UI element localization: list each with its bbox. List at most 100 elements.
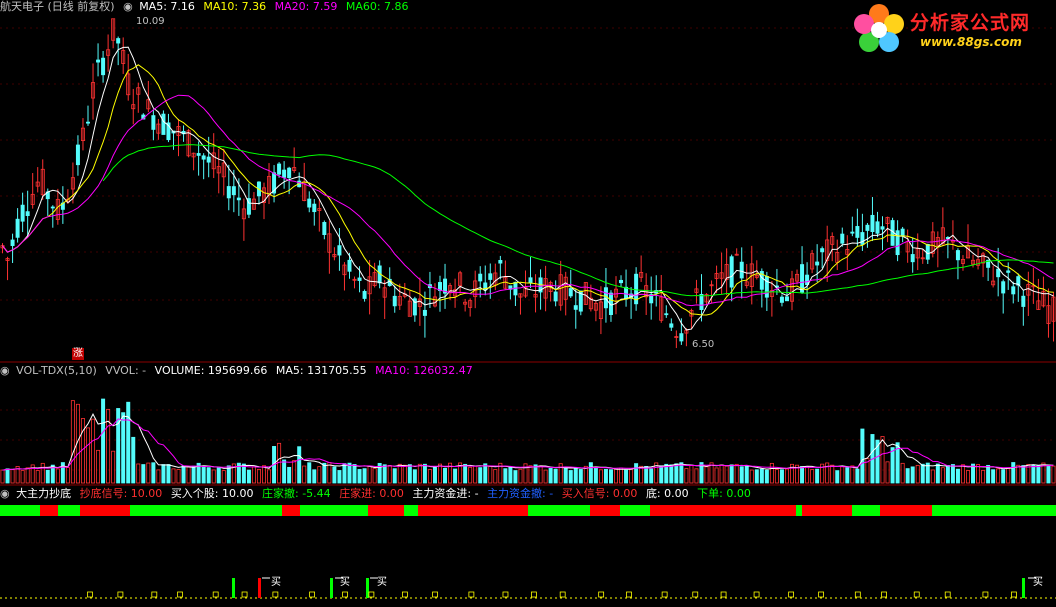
volume-bar [352, 464, 357, 484]
signal-strip [0, 505, 1056, 516]
volume-bar [55, 468, 60, 484]
volume-bar [528, 465, 533, 484]
volume-bar [981, 469, 986, 484]
volume-bar [136, 463, 141, 484]
candle-body [860, 232, 865, 245]
volume-bar [603, 468, 608, 484]
volume-bar [387, 465, 392, 484]
ma20-value: MA20: 7.59 [274, 0, 338, 13]
candle-body [1011, 286, 1016, 295]
volume-bar [749, 469, 754, 484]
volume-bar [407, 464, 412, 484]
volume-bar [40, 462, 45, 484]
volume-indicator-name[interactable]: VOL-TDX(5,10) [16, 364, 97, 377]
signal-segment [852, 505, 880, 516]
flower-logo-icon [854, 4, 904, 52]
volume-bar [835, 470, 840, 484]
indicator-box [117, 591, 124, 598]
volume-bar [372, 468, 377, 484]
volume-bar [256, 468, 261, 484]
volume-bar [563, 467, 568, 484]
volume-bar [649, 468, 654, 484]
volume-bar [905, 468, 910, 484]
indicator-box [692, 591, 699, 598]
volume-bar [950, 464, 955, 484]
low-price-label: 6.50 [692, 339, 715, 350]
candle-body [357, 277, 362, 281]
candle-body [478, 273, 483, 282]
indicator-box [432, 591, 438, 598]
settings-icon[interactable]: ◉ [123, 0, 133, 13]
settings-icon[interactable]: ◉ [0, 487, 10, 500]
volume-bar [0, 469, 5, 484]
indicator-box [530, 591, 537, 598]
signal-segment [620, 505, 650, 516]
candle-body [955, 250, 960, 261]
volume-bar [297, 446, 302, 484]
indicator-box [661, 591, 668, 598]
volume-bar [759, 468, 764, 484]
volume-bar [392, 468, 397, 484]
indicator-name[interactable]: 大主力抄底 [16, 487, 71, 500]
indicator-box [913, 591, 920, 598]
kline-terminal: 航天电子 (日线 前复权) ◉ MA5: 7.16 MA10: 7.36 MA2… [0, 0, 1056, 607]
volume-bar [397, 463, 402, 484]
volume-bar [533, 464, 538, 484]
volume-bar [966, 470, 971, 484]
indicator-box [854, 591, 861, 598]
candle-body [20, 204, 25, 222]
candle-body [488, 273, 493, 280]
indicator-box [309, 591, 315, 598]
candle-body [679, 333, 684, 342]
volume-bar [779, 469, 784, 484]
volume-bar [513, 470, 518, 484]
candle-body [75, 144, 80, 166]
buy-marker: 买 [271, 577, 281, 588]
candlestick-series [0, 18, 1056, 349]
stock-title[interactable]: 航天电子 (日线 前复权) [0, 0, 115, 13]
volume-bar [206, 467, 211, 484]
volume-bar [769, 462, 774, 484]
chart-canvas[interactable] [0, 0, 1056, 607]
indicator-box [87, 591, 93, 598]
volume-bar [1046, 465, 1051, 484]
indicator-lines [0, 577, 1056, 599]
volume-bar [171, 468, 176, 484]
volume-bar [186, 465, 191, 484]
volume-bar [810, 469, 815, 484]
signal-segment [300, 505, 368, 516]
volume-bar [1051, 465, 1056, 484]
volume-bar [598, 469, 603, 484]
volume-bar [20, 470, 25, 484]
volume-bar [1001, 469, 1006, 484]
volume-bar [614, 468, 619, 484]
indicator-box [468, 591, 475, 598]
volume-bar [764, 469, 769, 484]
candle-body [669, 323, 674, 328]
volume-bar [624, 469, 629, 484]
volume-bar [1021, 465, 1026, 484]
candle-body [231, 186, 236, 196]
volume-bar [261, 465, 266, 484]
settings-icon[interactable]: ◉ [0, 364, 10, 377]
volume-bar [417, 463, 422, 484]
volume-bar [96, 449, 101, 484]
volume-bar [70, 400, 75, 484]
volume-bar [443, 467, 448, 484]
ma10-value: MA10: 7.36 [203, 0, 267, 13]
candle-body [880, 226, 885, 230]
candle-body [699, 294, 704, 310]
signal-segment [40, 505, 58, 516]
indicator-box [598, 591, 605, 598]
volume-bar [86, 427, 91, 484]
volume-bar [246, 469, 251, 484]
main-fund-in-value: 主力资金进: - [412, 487, 479, 500]
candle-body [840, 233, 845, 244]
volume-bar [860, 428, 865, 484]
volume-bar [367, 466, 372, 484]
volume-bar [930, 469, 935, 484]
candle-body [10, 239, 15, 246]
volume-bar [191, 465, 196, 484]
candle-body [729, 256, 734, 288]
volume-bar [669, 464, 674, 484]
